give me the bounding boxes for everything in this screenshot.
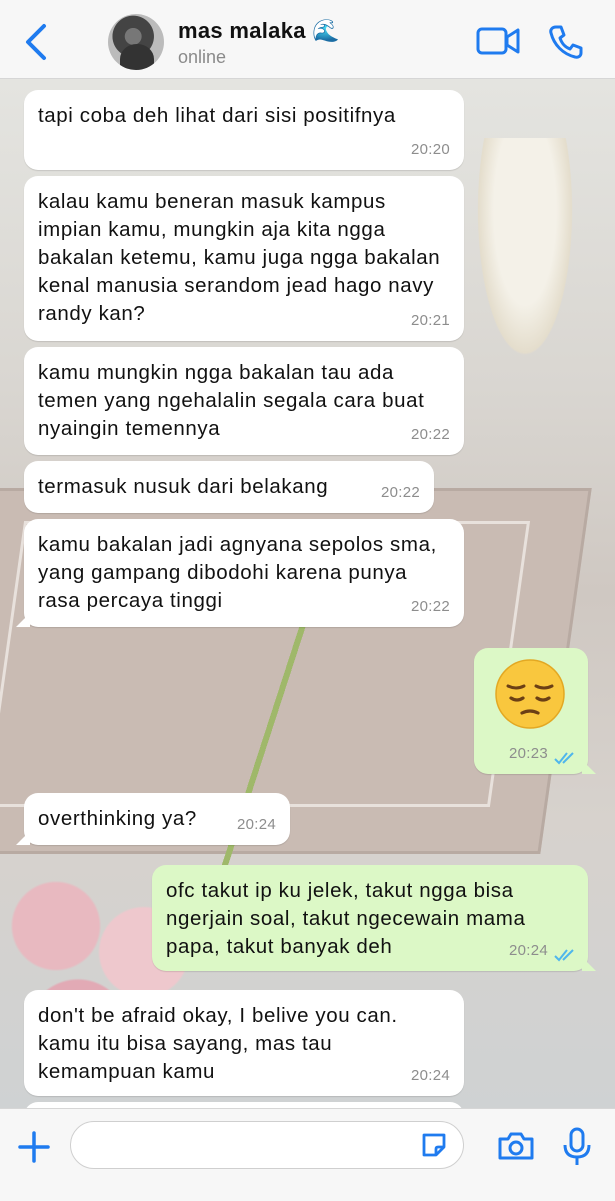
message-time: 20:23 [508, 745, 548, 762]
message-bubble[interactable]: overthinking ya? 20:24 [16, 793, 290, 845]
message-bubble-outgoing[interactable]: ofc takut ip ku jelek, takut ngga bisa n… [152, 865, 596, 971]
chat-header: mas malaka 🌊 online [0, 0, 615, 79]
wallpaper-bust-candle [470, 138, 580, 378]
message-input[interactable] [70, 1121, 464, 1169]
composer-bar [0, 1108, 615, 1201]
message-bubble[interactable]: kamu mungkin ngga bakalan tau ada temen … [24, 347, 464, 455]
message-text: kamu bakalan jadi agnyana sepolos sma, y… [38, 533, 437, 612]
back-chevron-icon[interactable] [22, 22, 52, 62]
message-time: 20:21 [410, 312, 450, 329]
message-bubble[interactable]: don't be afraid okay, I belive you can. … [24, 990, 464, 1096]
phone-icon[interactable] [548, 24, 584, 60]
contact-name[interactable]: mas malaka 🌊 [178, 18, 340, 44]
message-bubble[interactable]: kalau kamu beneran masuk kampus impian k… [24, 176, 464, 341]
message-time: 20:24 [508, 942, 548, 959]
sticker-icon[interactable] [420, 1131, 448, 1159]
message-time: 20:22 [410, 598, 450, 615]
message-bubble[interactable]: tapi coba deh lihat dari sisi positifnya… [24, 90, 464, 170]
message-bubble[interactable]: termasuk nusuk dari belakang 20:22 [24, 461, 434, 513]
camera-icon[interactable] [496, 1131, 536, 1161]
message-time: 20:24 [410, 1067, 450, 1084]
microphone-icon[interactable] [562, 1127, 592, 1167]
message-text: tapi coba deh lihat dari sisi positifnya [38, 104, 396, 127]
avatar[interactable] [108, 14, 164, 70]
message-bubble-outgoing[interactable]: 20:23 [474, 648, 596, 774]
message-text: kamu mungkin ngga bakalan tau ada temen … [38, 361, 425, 440]
message-time: 20:24 [236, 816, 276, 833]
message-time: 20:20 [410, 141, 450, 158]
message-time: 20:22 [410, 426, 450, 443]
message-text: kalau kamu beneran masuk kampus impian k… [38, 190, 441, 325]
message-time: 20:22 [380, 484, 420, 501]
plus-icon[interactable] [18, 1131, 50, 1163]
contact-status: online [178, 47, 227, 67]
message-text: overthinking ya? [38, 807, 197, 830]
read-ticks-icon [554, 752, 574, 765]
message-text: ofc takut ip ku jelek, takut ngga bisa n… [166, 879, 526, 958]
pensive-face-emoji-icon [495, 659, 565, 729]
message-text: don't be afraid okay, I belive you can. … [38, 1004, 398, 1083]
message-bubble[interactable]: kamu bakalan jadi agnyana sepolos sma, y… [16, 519, 464, 627]
message-text: termasuk nusuk dari belakang [38, 475, 329, 498]
read-ticks-icon [554, 949, 574, 962]
video-call-icon[interactable] [476, 26, 520, 56]
